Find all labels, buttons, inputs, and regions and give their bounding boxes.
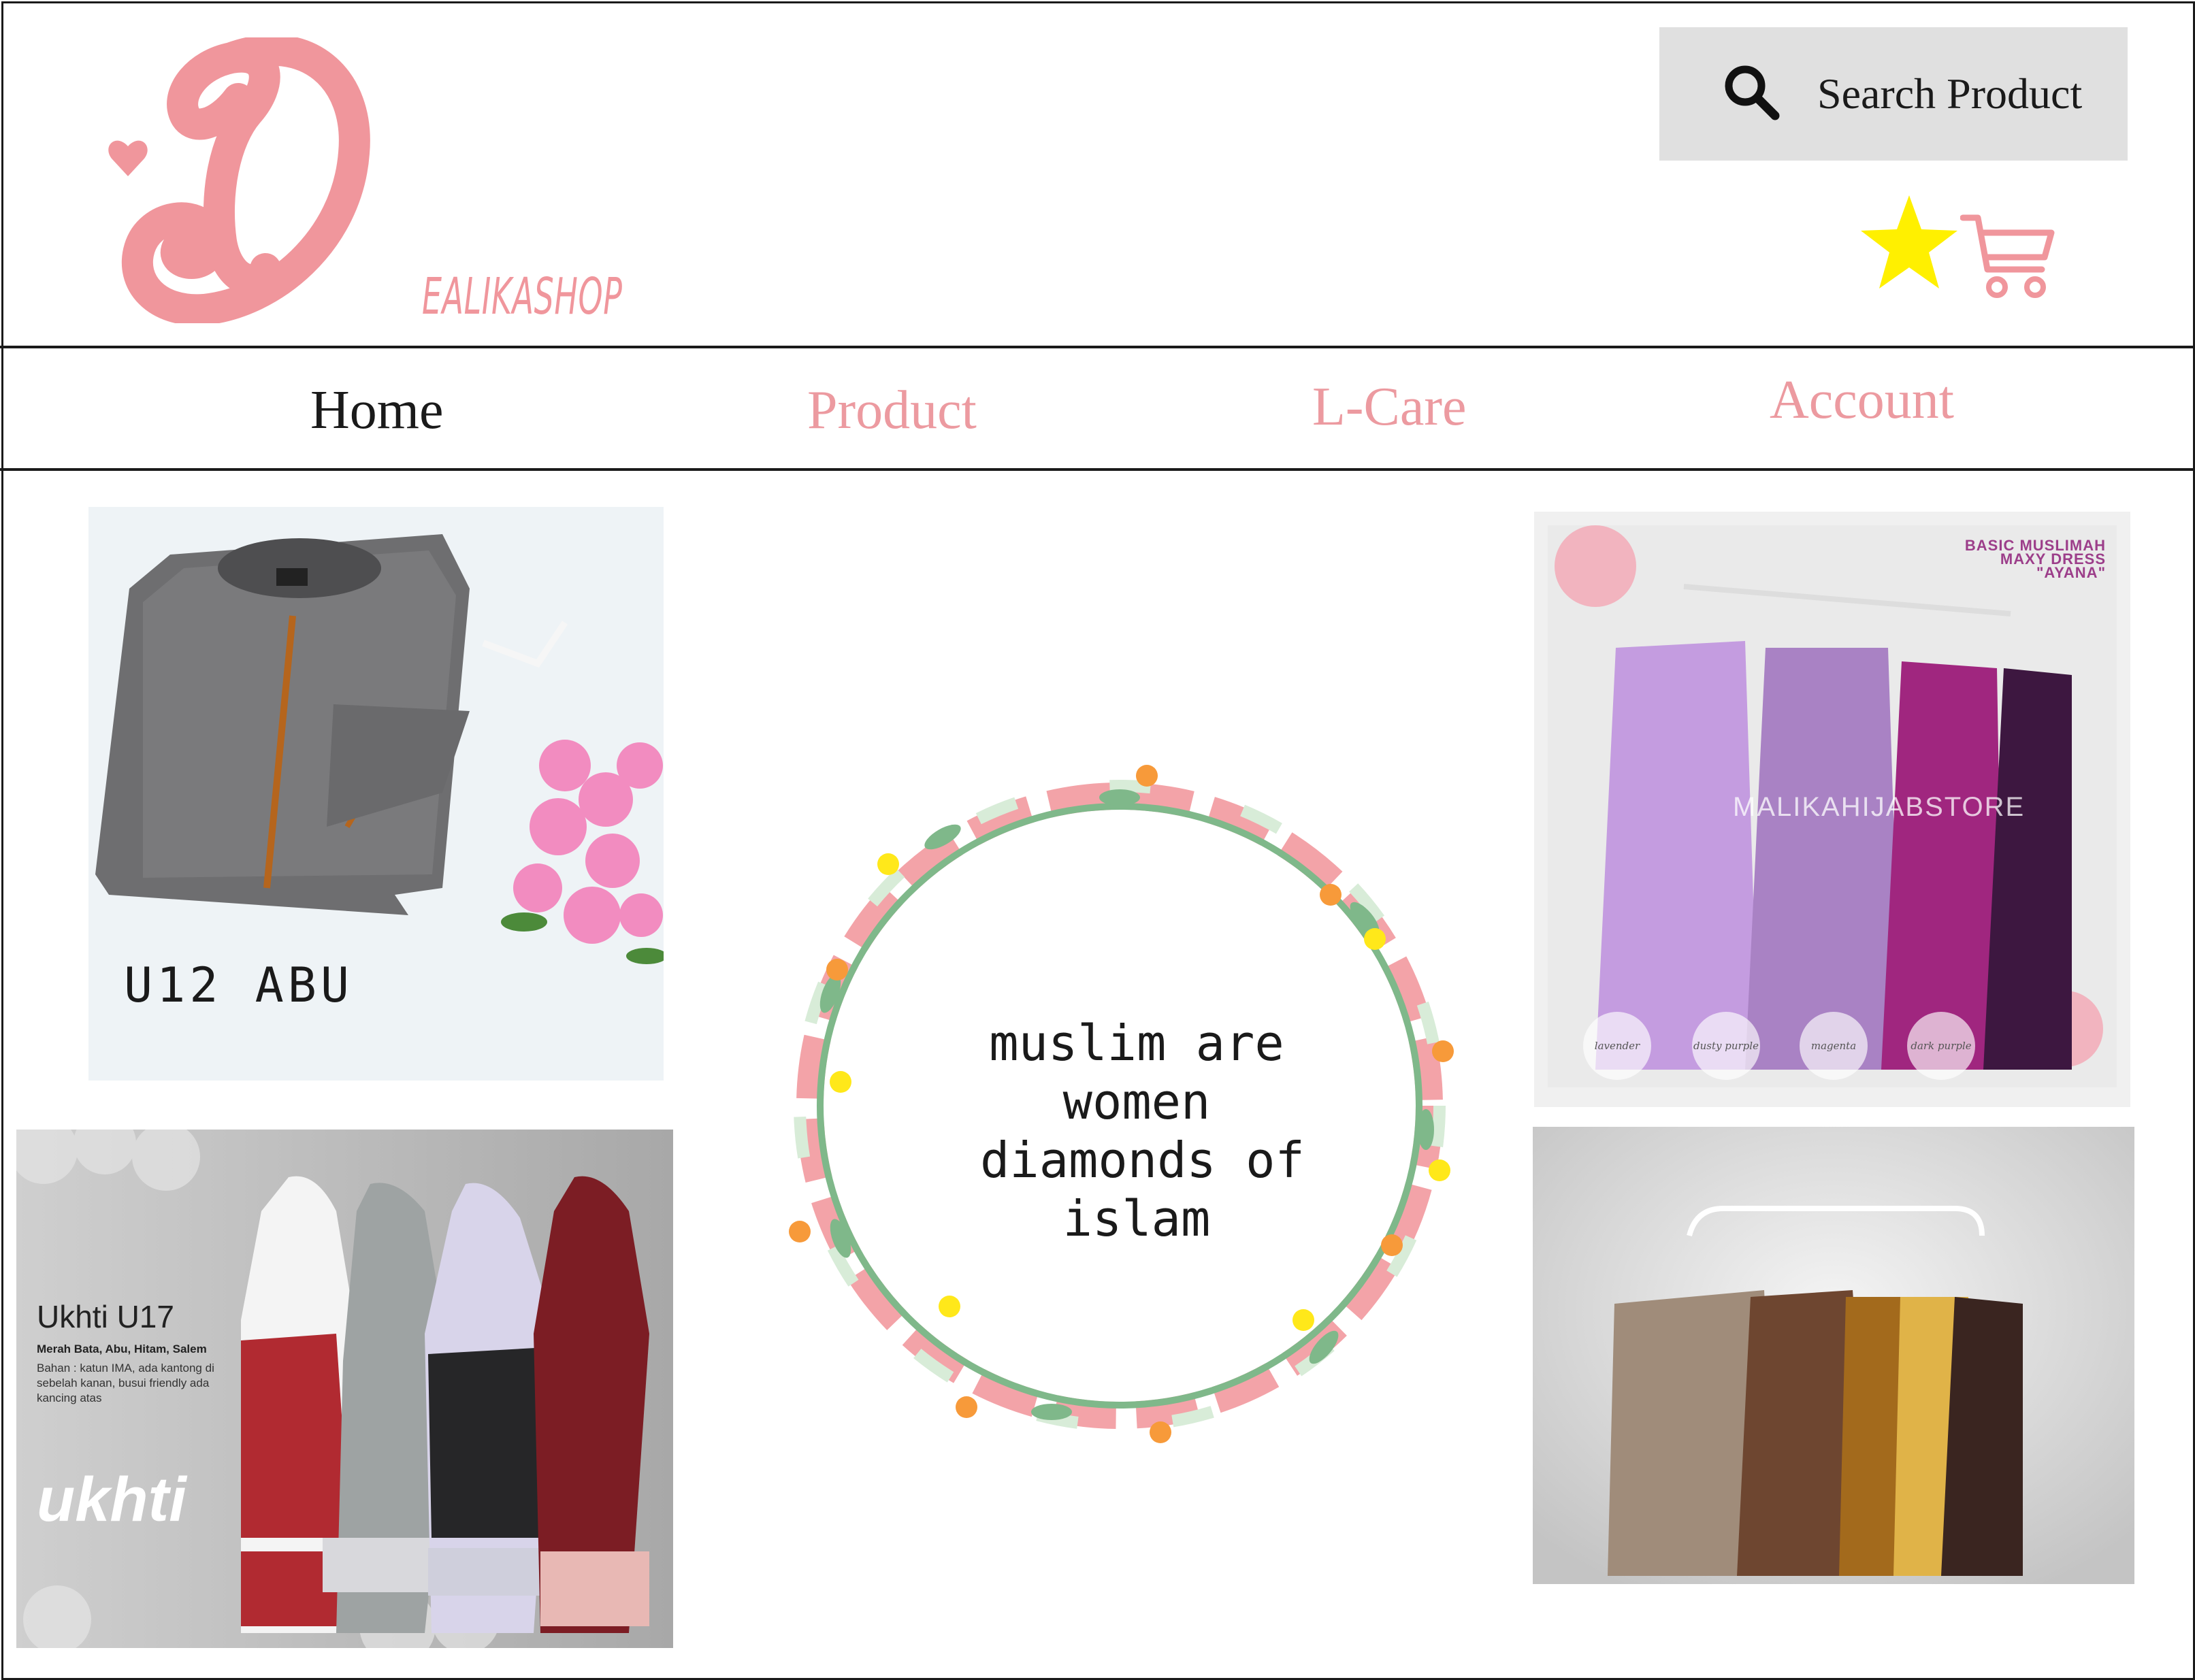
product-image-u12[interactable]: U12 ABU [88, 507, 664, 1081]
swatch-lavender: lavender [1583, 1012, 1651, 1080]
logo[interactable]: EALIKASHOP [102, 34, 622, 326]
u17-colors: Merah Bata, Abu, Hitam, Salem [37, 1343, 207, 1355]
swatch-dark-purple: dark purple [1907, 1012, 1975, 1080]
center-quote: muslim are women diamonds of islam [980, 1014, 1305, 1248]
quote-line-2: women [1062, 1073, 1211, 1130]
nav-account[interactable]: Account [1770, 369, 1954, 431]
earth-tone-dresses-illustration [1533, 1127, 2134, 1584]
ayana-heading-line-3: "AYANA" [2036, 564, 2106, 581]
star-icon[interactable] [1858, 192, 1960, 294]
quote-line-4: islam [1062, 1190, 1211, 1247]
quote-line-3: diamonds of [980, 1132, 1305, 1189]
search-placeholder: Search Product [1817, 69, 2083, 118]
nav-home[interactable]: Home [310, 380, 444, 442]
search-input[interactable]: Search Product [1659, 27, 2128, 161]
ayana-heading: BASIC MUSLIMAH MAXY DRESS "AYANA" [1965, 538, 2106, 581]
product-image-earth-tone[interactable] [1533, 1127, 2134, 1584]
nav-divider [0, 468, 2195, 471]
u17-title: Ukhti U17 [37, 1299, 174, 1334]
nav-product[interactable]: Product [807, 380, 977, 442]
cart-icon[interactable] [1960, 212, 2055, 301]
quote-line-1: muslim are [989, 1015, 1284, 1072]
header-divider [0, 346, 2195, 348]
product-caption-u12: U12 ABU [124, 957, 354, 1013]
ayana-watermark: MALIKAHIJABSTORE [1733, 792, 2026, 822]
search-icon [1725, 65, 1780, 120]
swatch-magenta: magenta [1800, 1012, 1868, 1080]
swatch-dusty-purple: dusty purple [1692, 1012, 1760, 1080]
product-image-ayana[interactable]: BASIC MUSLIMAH MAXY DRESS "AYANA" MALIKA… [1534, 512, 2130, 1107]
nav-l-care[interactable]: L-Care [1312, 376, 1467, 438]
product-image-u17[interactable]: Ukhti U17 Merah Bata, Abu, Hitam, Salem … [16, 1130, 673, 1648]
logo-text: EALIKASHOP [422, 267, 623, 326]
u17-description: Bahan : katun IMA, ada kantong di sebela… [37, 1362, 214, 1404]
u17-brand-logo: ukhti [37, 1465, 186, 1534]
